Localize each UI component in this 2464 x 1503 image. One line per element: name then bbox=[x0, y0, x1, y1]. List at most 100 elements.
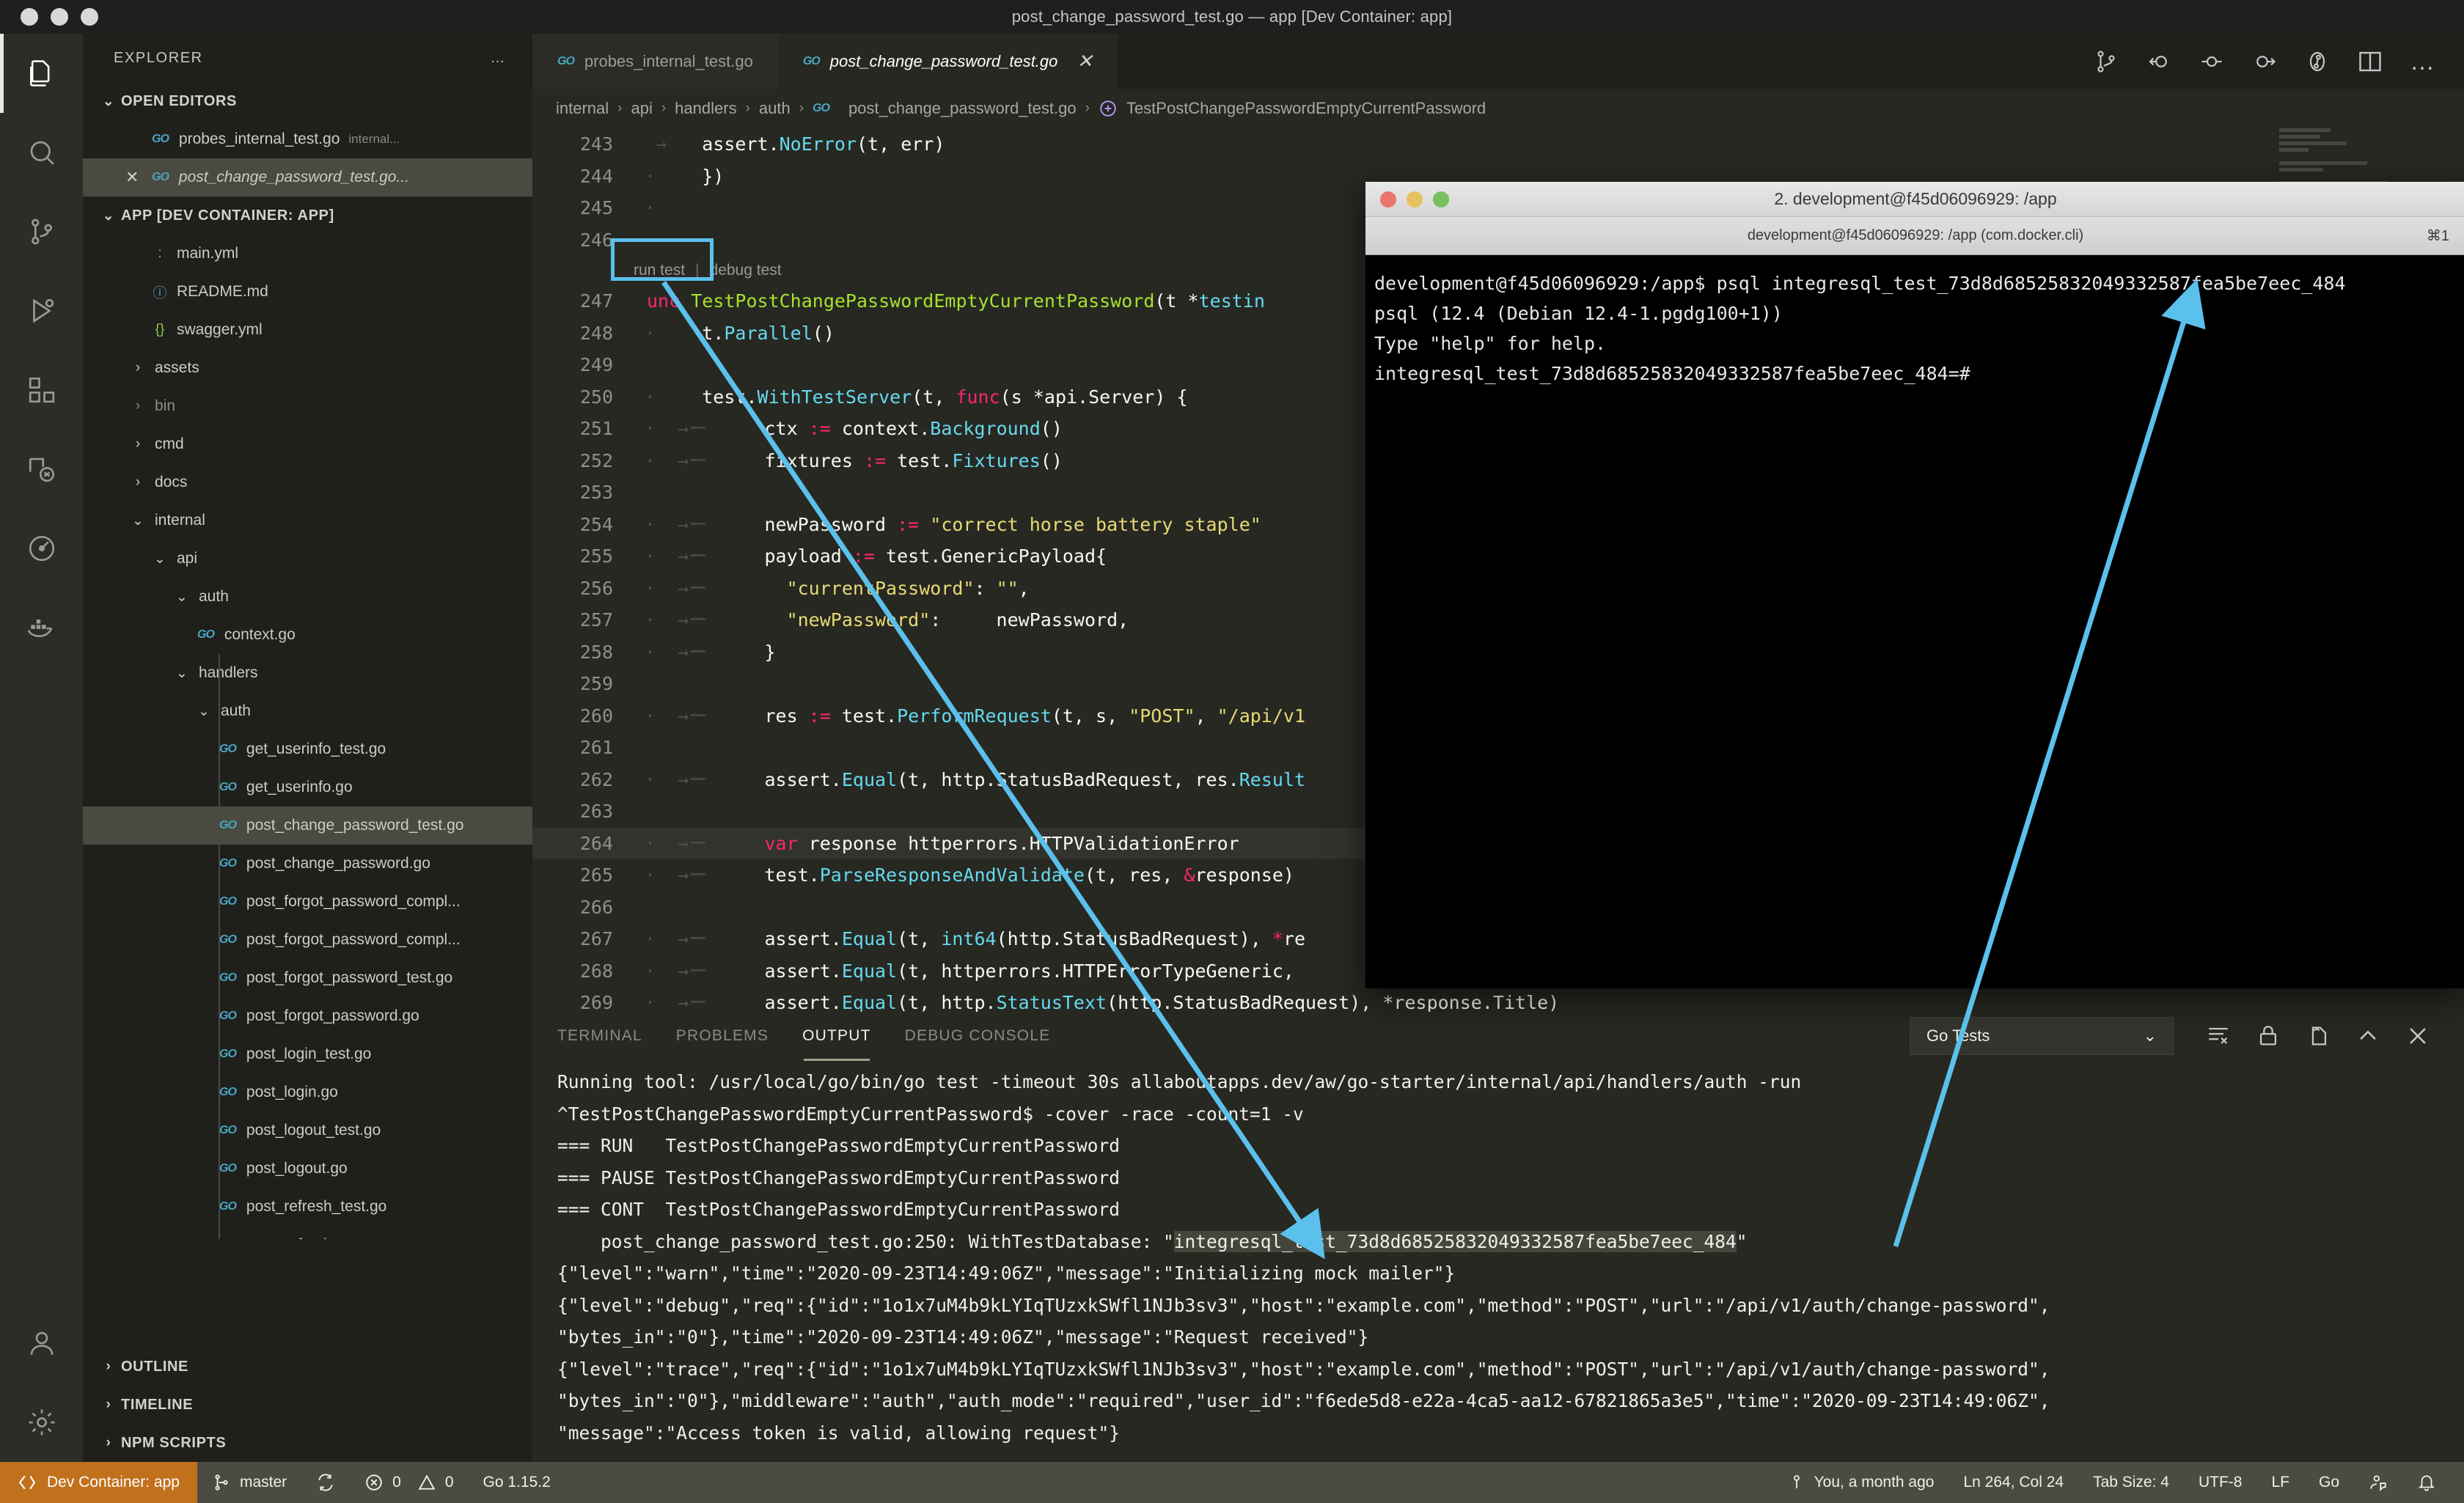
tree-folder-cmd[interactable]: › cmd bbox=[83, 425, 532, 463]
status-tab-size[interactable]: Tab Size: 4 bbox=[2078, 1474, 2184, 1491]
section-workspace[interactable]: ⌄ APP [DEV CONTAINER: APP] bbox=[83, 196, 532, 235]
remote-icon bbox=[18, 1473, 37, 1492]
terminal-tab-bar: development@f45d06096929: /app (com.dock… bbox=[1365, 217, 2464, 255]
breadcrumb-internal[interactable]: internal bbox=[556, 99, 609, 118]
tree-file-README.md[interactable]: ⓘ README.md bbox=[83, 273, 532, 311]
terminal-output[interactable]: development@f45d06096929:/app$ psql inte… bbox=[1365, 255, 2464, 389]
open-editor-item[interactable]: ✕ GO post_change_password_test.go... bbox=[83, 158, 532, 196]
activity-settings[interactable] bbox=[0, 1383, 83, 1462]
tree-file-post_refresh.go[interactable]: GO post_refresh.go bbox=[83, 1226, 532, 1239]
tree-file-post_forgot_password_test.go[interactable]: GO post_forgot_password_test.go bbox=[83, 959, 532, 997]
breadcrumb-file[interactable]: post_change_password_test.go bbox=[848, 99, 1077, 118]
breadcrumb-api[interactable]: api bbox=[631, 99, 652, 118]
close-panel-icon[interactable] bbox=[2405, 1024, 2430, 1048]
tree-file-post_logout_test.go[interactable]: GO post_logout_test.go bbox=[83, 1111, 532, 1150]
tree-folder-auth[interactable]: ⌄ auth bbox=[83, 578, 532, 616]
chevron-right-icon: › bbox=[135, 436, 141, 452]
tree-file-swagger.yml[interactable]: {} swagger.yml bbox=[83, 311, 532, 349]
tree-file-post_forgot_password.go[interactable]: GO post_forgot_password.go bbox=[83, 997, 532, 1035]
clear-output-icon[interactable] bbox=[2206, 1024, 2231, 1048]
section-outline[interactable]: › OUTLINE bbox=[83, 1348, 532, 1386]
tree-folder-internal[interactable]: ⌄ internal bbox=[83, 501, 532, 540]
collapse-panel-icon[interactable] bbox=[2355, 1024, 2380, 1048]
tab-problems[interactable]: PROBLEMS bbox=[676, 1017, 769, 1055]
tree-folder-handlers[interactable]: ⌄ handlers bbox=[83, 654, 532, 692]
source-control-icon[interactable] bbox=[2093, 48, 2119, 75]
sidebar-more-icon[interactable]: … bbox=[490, 50, 506, 67]
tree-folder-auth[interactable]: ⌄ auth bbox=[83, 692, 532, 730]
status-problems[interactable]: 0 0 bbox=[350, 1473, 468, 1492]
activity-extensions[interactable] bbox=[0, 350, 83, 430]
status-sync[interactable] bbox=[301, 1473, 350, 1492]
more-actions-icon[interactable]: … bbox=[2410, 49, 2435, 74]
tab-output[interactable]: OUTPUT bbox=[802, 1017, 871, 1061]
tree-file-post_login_test.go[interactable]: GO post_login_test.go bbox=[83, 1035, 532, 1073]
activity-search[interactable] bbox=[0, 113, 83, 192]
tree-file-post_change_password.go[interactable]: GO post_change_password.go bbox=[83, 845, 532, 883]
lock-scroll-icon[interactable] bbox=[2256, 1024, 2281, 1048]
tab-terminal[interactable]: TERMINAL bbox=[557, 1017, 642, 1055]
tree-file-context.go[interactable]: GO context.go bbox=[83, 616, 532, 654]
debug-test-link[interactable]: debug test bbox=[710, 254, 782, 287]
tree-file-main.yml[interactable]: : main.yml bbox=[83, 235, 532, 273]
status-branch[interactable]: master bbox=[197, 1473, 301, 1492]
test-node-icon[interactable] bbox=[2199, 48, 2225, 75]
tree-file-post_login.go[interactable]: GO post_login.go bbox=[83, 1073, 532, 1111]
activity-remote-explorer[interactable] bbox=[0, 430, 83, 509]
breadcrumb-auth[interactable]: auth bbox=[759, 99, 791, 118]
tree-item-label: get_userinfo_test.go bbox=[246, 741, 386, 757]
tree-file-get_userinfo.go[interactable]: GO get_userinfo.go bbox=[83, 768, 532, 806]
open-in-editor-icon[interactable] bbox=[2306, 1024, 2331, 1048]
tree-item-label: post_login.go bbox=[246, 1084, 338, 1100]
status-language-mode[interactable]: Go bbox=[2304, 1474, 2354, 1491]
breadcrumb-handlers[interactable]: handlers bbox=[675, 99, 736, 118]
tree-item-label: context.go bbox=[224, 626, 296, 643]
status-encoding[interactable]: UTF-8 bbox=[2184, 1474, 2257, 1491]
tab-probes-internal-test[interactable]: GO probes_internal_test.go bbox=[532, 34, 778, 89]
status-notifications[interactable] bbox=[2402, 1473, 2451, 1492]
terminal-title: 2. development@f45d06096929: /app bbox=[1774, 189, 2057, 208]
tab-close-icon[interactable]: ✕ bbox=[1077, 50, 1093, 73]
section-npm-scripts[interactable]: › NPM SCRIPTS bbox=[83, 1424, 532, 1462]
status-git-blame[interactable]: You, a month ago bbox=[1773, 1474, 1949, 1491]
output-channel-select[interactable]: Go Tests ⌄ bbox=[1910, 1017, 2174, 1055]
terminal-tab-label[interactable]: development@f45d06096929: /app (com.dock… bbox=[1365, 227, 2464, 244]
section-open-editors[interactable]: ⌄ OPEN EDITORS bbox=[83, 82, 532, 120]
terminal-window[interactable]: 2. development@f45d06096929: /app develo… bbox=[1365, 182, 2464, 988]
split-editor-icon[interactable] bbox=[2357, 48, 2383, 75]
git-graph-icon[interactable] bbox=[2304, 48, 2331, 75]
tree-file-post_refresh_test.go[interactable]: GO post_refresh_test.go bbox=[83, 1188, 532, 1226]
activity-accounts[interactable] bbox=[0, 1304, 83, 1383]
tree-file-post_forgot_password_compl...[interactable]: GO post_forgot_password_compl... bbox=[83, 921, 532, 959]
status-eol[interactable]: LF bbox=[2256, 1474, 2304, 1491]
tree-folder-assets[interactable]: › assets bbox=[83, 349, 532, 387]
activity-explorer[interactable] bbox=[0, 34, 83, 113]
activity-run-debug[interactable] bbox=[0, 271, 83, 350]
tree-file-post_forgot_password_compl...[interactable]: GO post_forgot_password_compl... bbox=[83, 883, 532, 921]
status-go-version[interactable]: Go 1.15.2 bbox=[469, 1474, 565, 1491]
status-feedback[interactable] bbox=[2354, 1473, 2402, 1492]
tree-file-post_change_password_test.go[interactable]: GO post_change_password_test.go bbox=[83, 806, 532, 845]
code-line[interactable]: 243 → assert.NoError(t, err) bbox=[532, 128, 2464, 161]
go-back-icon[interactable] bbox=[2146, 48, 2172, 75]
tree-folder-api[interactable]: ⌄ api bbox=[83, 540, 532, 578]
open-editor-item[interactable]: GO probes_internal_test.go internal... bbox=[83, 120, 532, 158]
tree-file-post_logout.go[interactable]: GO post_logout.go bbox=[83, 1150, 532, 1188]
activity-testing[interactable] bbox=[0, 509, 83, 588]
open-editor-close-icon[interactable]: ✕ bbox=[125, 168, 152, 187]
go-file-icon: GO bbox=[152, 133, 169, 145]
activity-source-control[interactable] bbox=[0, 192, 83, 271]
tree-file-get_userinfo_test.go[interactable]: GO get_userinfo_test.go bbox=[83, 730, 532, 768]
activity-docker[interactable] bbox=[0, 588, 83, 667]
status-cursor-position[interactable]: Ln 264, Col 24 bbox=[1948, 1474, 2078, 1491]
section-timeline[interactable]: › TIMELINE bbox=[83, 1386, 532, 1424]
tree-folder-docs[interactable]: › docs bbox=[83, 463, 532, 501]
breadcrumb-symbol[interactable]: TestPostChangePasswordEmptyCurrentPasswo… bbox=[1126, 99, 1486, 118]
go-forward-icon[interactable] bbox=[2251, 48, 2278, 75]
go-file-icon: GO bbox=[219, 1086, 237, 1098]
tree-folder-bin[interactable]: › bin bbox=[83, 387, 532, 425]
tab-post-change-password-test[interactable]: GO post_change_password_test.go ✕ bbox=[777, 34, 1118, 89]
tab-debug-console[interactable]: DEBUG CONSOLE bbox=[905, 1017, 1051, 1055]
status-remote-indicator[interactable]: Dev Container: app bbox=[0, 1462, 197, 1503]
chevron-right-icon: › bbox=[135, 398, 141, 414]
